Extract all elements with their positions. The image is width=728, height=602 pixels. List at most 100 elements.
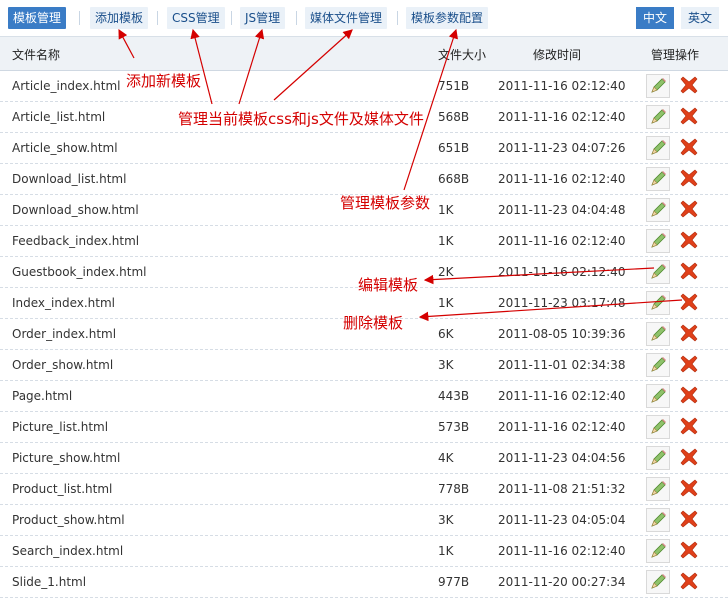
annotation-manage-files: 管理当前模板css和js文件及媒体文件 [178, 110, 424, 128]
annotation-template-params: 管理模板参数 [340, 194, 431, 212]
pencil-icon[interactable] [646, 539, 670, 563]
toolbar-divider [79, 11, 80, 25]
modified-time-cell: 2011-11-16 02:12:40 [498, 79, 626, 93]
table-row: Slide_1.html 977B 2011-11-20 00:27:34 [0, 566, 728, 598]
pencil-icon[interactable] [646, 322, 670, 346]
file-size-cell: 977B [438, 575, 470, 589]
pencil-icon[interactable] [646, 167, 670, 191]
tab-add-template[interactable]: 添加模板 [90, 7, 149, 29]
delete-x-icon[interactable] [680, 107, 698, 125]
lang-chinese-button[interactable]: 中文 [636, 7, 675, 29]
modified-time-cell: 2011-11-16 02:12:40 [498, 265, 626, 279]
delete-x-icon[interactable] [680, 324, 698, 342]
delete-x-icon[interactable] [680, 386, 698, 404]
delete-x-icon[interactable] [680, 510, 698, 528]
file-size-cell: 6K [438, 327, 454, 341]
delete-x-icon[interactable] [680, 76, 698, 94]
tab-template-manage[interactable]: 模板管理 [8, 7, 67, 29]
pencil-icon[interactable] [646, 477, 670, 501]
lang-english-button[interactable]: 英文 [681, 7, 720, 29]
file-name-cell: Order_show.html [12, 358, 114, 372]
file-size-cell: 1K [438, 544, 454, 558]
table-row: Page.html 443B 2011-11-16 02:12:40 [0, 380, 728, 412]
file-name-cell: Download_list.html [12, 172, 127, 186]
table-row: Feedback_index.html 1K 2011-11-16 02:12:40 [0, 225, 728, 257]
file-name-cell: Article_list.html [12, 110, 106, 124]
modified-time-cell: 2011-11-16 02:12:40 [498, 172, 626, 186]
pencil-icon[interactable] [646, 291, 670, 315]
file-name-cell: Picture_show.html [12, 451, 121, 465]
delete-x-icon[interactable] [680, 541, 698, 559]
toolbar-divider [231, 11, 232, 25]
tab-media-manage[interactable]: 媒体文件管理 [305, 7, 388, 29]
modified-time-cell: 2011-11-16 02:12:40 [498, 389, 626, 403]
delete-x-icon[interactable] [680, 262, 698, 280]
modified-time-cell: 2011-11-16 02:12:40 [498, 544, 626, 558]
pencil-icon[interactable] [646, 198, 670, 222]
delete-x-icon[interactable] [680, 355, 698, 373]
file-name-cell: Product_show.html [12, 513, 125, 527]
delete-x-icon[interactable] [680, 448, 698, 466]
file-name-cell: Index_index.html [12, 296, 116, 310]
pencil-icon[interactable] [646, 353, 670, 377]
modified-time-cell: 2011-11-16 02:12:40 [498, 420, 626, 434]
file-size-cell: 1K [438, 296, 454, 310]
delete-x-icon[interactable] [680, 200, 698, 218]
file-size-cell: 751B [438, 79, 470, 93]
modified-time-cell: 2011-11-23 04:07:26 [498, 141, 626, 155]
toolbar: 模板管理 添加模板 CSS管理 JS管理 媒体文件管理 模板参数配置 中文 英文 [0, 0, 728, 36]
delete-x-icon[interactable] [680, 231, 698, 249]
file-size-cell: 3K [438, 358, 454, 372]
pencil-icon[interactable] [646, 136, 670, 160]
pencil-icon[interactable] [646, 384, 670, 408]
file-size-cell: 443B [438, 389, 470, 403]
annotation-edit-template: 编辑模板 [358, 276, 419, 294]
pencil-icon[interactable] [646, 446, 670, 470]
modified-time-cell: 2011-11-01 02:34:38 [498, 358, 626, 372]
column-header-size: 文件大小 [438, 48, 487, 62]
delete-x-icon[interactable] [680, 169, 698, 187]
table-row: Download_list.html 668B 2011-11-16 02:12:4… [0, 163, 728, 195]
file-name-cell: Page.html [12, 389, 73, 403]
file-size-cell: 1K [438, 234, 454, 248]
table-row: Order_show.html 3K 2011-11-01 02:34:38 [0, 349, 728, 381]
column-header-time: 修改时间 [533, 48, 582, 62]
tab-js-manage[interactable]: JS管理 [240, 7, 286, 29]
pencil-icon[interactable] [646, 415, 670, 439]
modified-time-cell: 2011-11-23 04:05:04 [498, 513, 626, 527]
file-name-cell: Order_index.html [12, 327, 117, 341]
modified-time-cell: 2011-08-05 10:39:36 [498, 327, 626, 341]
pencil-icon[interactable] [646, 74, 670, 98]
pencil-icon[interactable] [646, 105, 670, 129]
delete-x-icon[interactable] [680, 572, 698, 590]
modified-time-cell: 2011-11-20 00:27:34 [498, 575, 626, 589]
delete-x-icon[interactable] [680, 479, 698, 497]
toolbar-divider [157, 11, 158, 25]
tab-css-manage[interactable]: CSS管理 [167, 7, 225, 29]
file-name-cell: Picture_list.html [12, 420, 109, 434]
file-size-cell: 4K [438, 451, 454, 465]
delete-x-icon[interactable] [680, 138, 698, 156]
modified-time-cell: 2011-11-23 04:04:48 [498, 203, 626, 217]
toolbar-divider [296, 11, 297, 25]
file-name-cell: Guestbook_index.html [12, 265, 147, 279]
table-row: Search_index.html 1K 2011-11-16 02:12:40 [0, 535, 728, 567]
file-name-cell: Article_index.html [12, 79, 121, 93]
pencil-icon[interactable] [646, 260, 670, 284]
file-size-cell: 573B [438, 420, 470, 434]
modified-time-cell: 2011-11-23 04:04:56 [498, 451, 626, 465]
modified-time-cell: 2011-11-16 02:12:40 [498, 110, 626, 124]
file-name-cell: Article_show.html [12, 141, 118, 155]
column-header-ops: 管理操作 [651, 48, 700, 62]
tab-template-params[interactable]: 模板参数配置 [406, 7, 489, 29]
table-header: 文件名称 文件大小 修改时间 管理操作 [0, 36, 728, 71]
pencil-icon[interactable] [646, 570, 670, 594]
file-size-cell: 2K [438, 265, 454, 279]
table-row: Picture_show.html 4K 2011-11-23 04:04:56 [0, 442, 728, 474]
delete-x-icon[interactable] [680, 417, 698, 435]
delete-x-icon[interactable] [680, 293, 698, 311]
column-header-name: 文件名称 [12, 48, 61, 62]
pencil-icon[interactable] [646, 229, 670, 253]
modified-time-cell: 2011-11-16 02:12:40 [498, 234, 626, 248]
pencil-icon[interactable] [646, 508, 670, 532]
